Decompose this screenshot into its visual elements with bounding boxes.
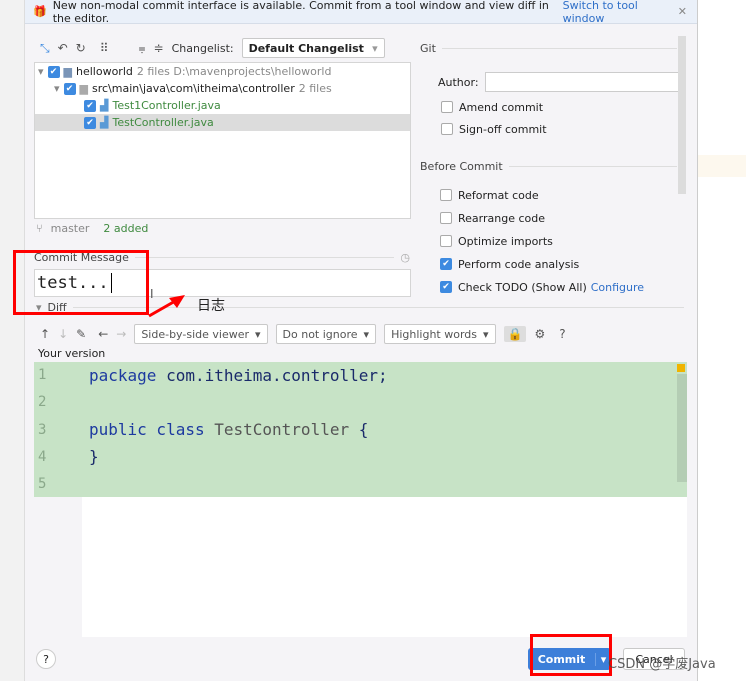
next-diff-icon[interactable]: ↓: [58, 327, 68, 341]
amend-commit-checkbox[interactable]: Amend commit: [441, 96, 543, 118]
annotation-box-message: [13, 250, 149, 315]
optimize-imports-checkbox[interactable]: Optimize imports: [440, 230, 553, 252]
branch-icon: ⑂: [36, 222, 43, 235]
diff-editor[interactable]: 1 package com.itheima.controller; 2 3 publ…: [34, 362, 687, 497]
branch-name: master: [50, 222, 90, 235]
checkbox[interactable]: ✔: [84, 99, 96, 112]
annotation-arrow-icon: [148, 295, 185, 318]
changes-tree: ▾ ✔ ▆ helloworld 2 files D:\mavenprojects\he…: [34, 62, 411, 219]
collapse-all-icon[interactable]: ≑: [154, 41, 164, 55]
edit-icon[interactable]: ✎: [76, 327, 86, 341]
your-version-label: Your version: [38, 347, 106, 360]
tree-node-folder[interactable]: ▾ ✔ ▆ src\main\java\com\itheima\controller 2…: [35, 80, 410, 97]
reformat-code-checkbox[interactable]: Reformat code: [440, 184, 539, 206]
close-icon[interactable]: ✕: [678, 5, 687, 18]
prev-diff-icon[interactable]: ↑: [40, 327, 50, 341]
viewer-select[interactable]: Side-by-side viewer ▾: [134, 324, 268, 344]
diff-help-icon[interactable]: ?: [559, 327, 565, 341]
author-input[interactable]: [484, 72, 686, 92]
perform-code-analysis-checkbox[interactable]: ✔ Perform code analysis: [440, 253, 579, 275]
rearrange-code-checkbox[interactable]: Rearrange code: [440, 207, 545, 229]
diff-empty-area: [82, 497, 687, 637]
java-file-icon: ▟: [100, 99, 109, 112]
scrollbar[interactable]: [677, 374, 687, 482]
rollback-icon[interactable]: ↶: [58, 41, 68, 55]
highlight-select[interactable]: Highlight words ▾: [384, 324, 496, 344]
check-todo-checkbox[interactable]: ✔ Check TODO (Show All) Configure: [440, 276, 644, 298]
tree-node-file-selected[interactable]: ✔ ▟ TestController.java: [35, 114, 410, 131]
before-commit-header: Before Commit: [420, 160, 677, 173]
author-row: Author:: [438, 72, 686, 92]
gift-icon: 🎁: [33, 5, 47, 18]
diff-toolbar: ↑ ↓ ✎ ← → Side-by-side viewer ▾ Do not ig…: [40, 323, 566, 345]
ide-editor-background: [697, 0, 746, 681]
java-file-icon: ▟: [100, 116, 109, 129]
lock-icon[interactable]: 🔒: [503, 326, 527, 342]
notification-banner: 🎁 New non-modal commit interface is avai…: [25, 0, 697, 25]
ignore-select[interactable]: Do not ignore ▾: [275, 324, 377, 344]
banner-text: New non-modal commit interface is availa…: [52, 0, 549, 25]
next-file-icon[interactable]: →: [116, 327, 126, 341]
configure-link[interactable]: Configure: [591, 281, 644, 294]
checkbox[interactable]: ✔: [84, 116, 96, 129]
changelist-label: Changelist:: [171, 41, 234, 55]
tree-node-module[interactable]: ▾ ✔ ▆ helloworld 2 files D:\mavenprojects\he…: [35, 63, 410, 80]
diff-icon[interactable]: ⤡: [40, 41, 50, 56]
change-marker: [677, 364, 685, 372]
status-line: ⑂ master 2 added: [36, 222, 148, 235]
added-count: 2 added: [103, 222, 149, 235]
checkbox[interactable]: ✔: [47, 65, 60, 78]
sign-off-checkbox[interactable]: Sign-off commit: [441, 118, 547, 140]
git-section-header: Git: [420, 42, 677, 55]
changes-toolbar: ⤡ ↶ ↻ ⠿ ⩦ ≑ Changelist: Default Changeli…: [40, 38, 385, 58]
options-scrollbar[interactable]: [678, 36, 686, 194]
settings-icon[interactable]: ⚙: [534, 327, 545, 341]
annotation-label: 日志: [197, 298, 225, 314]
changelist-select[interactable]: Default Changelist ▾: [241, 38, 385, 58]
expand-all-icon[interactable]: ⩦: [139, 41, 146, 56]
switch-to-tool-window-link[interactable]: Switch to tool window: [563, 0, 672, 25]
annotation-box-commit: [530, 634, 612, 676]
tree-node-file[interactable]: ✔ ▟ Test1Controller.java: [35, 97, 410, 114]
checkbox[interactable]: ✔: [63, 82, 76, 95]
ide-left-gutter: [0, 0, 25, 681]
watermark: CSDN @学废Java: [608, 657, 716, 672]
folder-icon: ▆: [79, 82, 88, 95]
module-icon: ▆: [63, 65, 72, 78]
group-by-icon[interactable]: ⠿: [100, 41, 109, 55]
help-button[interactable]: ?: [36, 649, 56, 669]
refresh-icon[interactable]: ↻: [76, 41, 86, 55]
prev-file-icon[interactable]: ←: [98, 327, 108, 341]
history-icon[interactable]: ◷: [400, 251, 410, 264]
